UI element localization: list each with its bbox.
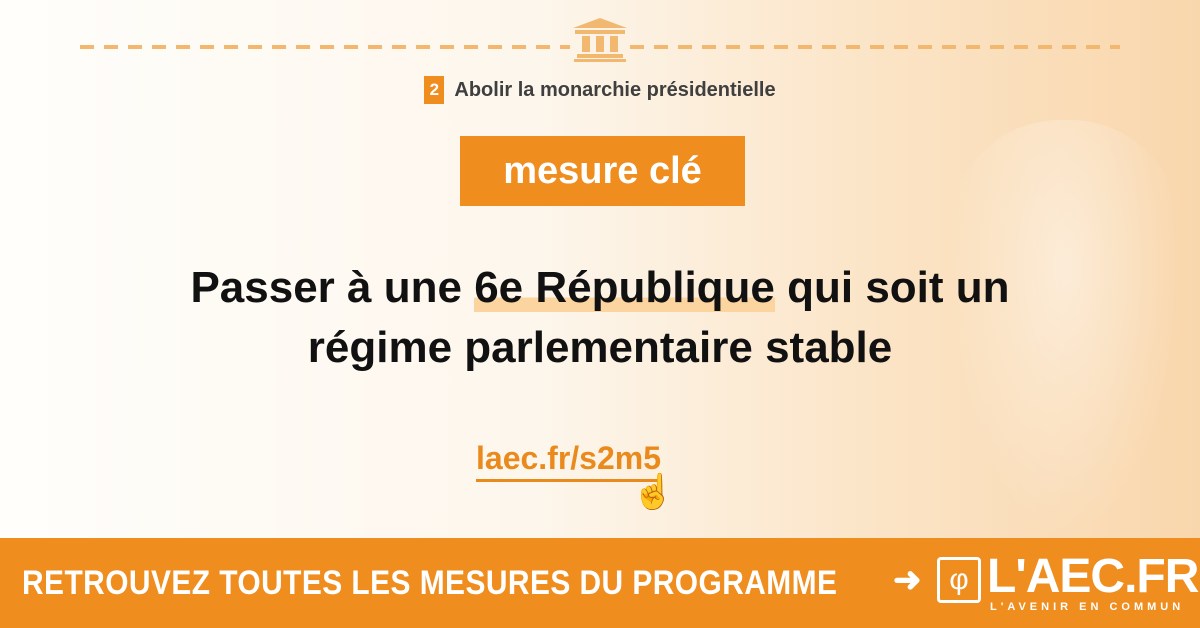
pointer-hand-icon: ☝ [632,473,675,511]
cta-text[interactable]: RETROUVEZ TOUTES LES MESURES DU PROGRAMM… [22,564,837,603]
category-number: 2 [424,76,445,104]
key-measure-badge: mesure clé [460,136,745,206]
headline-text: Passer à une [190,263,475,312]
headline-highlight: 6e République [474,263,775,312]
phi-logo-icon: φ [937,557,981,603]
headline: Passer à une 6e République qui soit un r… [0,258,1200,378]
headline-line2: régime parlementaire stable [307,323,893,372]
category-label: 2 Abolir la monarchie présidentielle [0,76,1200,104]
category-title: Abolir la monarchie présidentielle [454,78,776,101]
institution-icon [573,18,627,62]
dashed-divider-left [80,45,570,49]
arrow-right-icon: ➜ [893,561,922,599]
headline-text: qui soit un [774,263,1010,312]
dashed-divider-right [630,45,1120,49]
logo-text[interactable]: L'AEC.FR [987,549,1199,604]
logo-subtitle: L'AVENIR EN COMMUN [990,601,1185,613]
